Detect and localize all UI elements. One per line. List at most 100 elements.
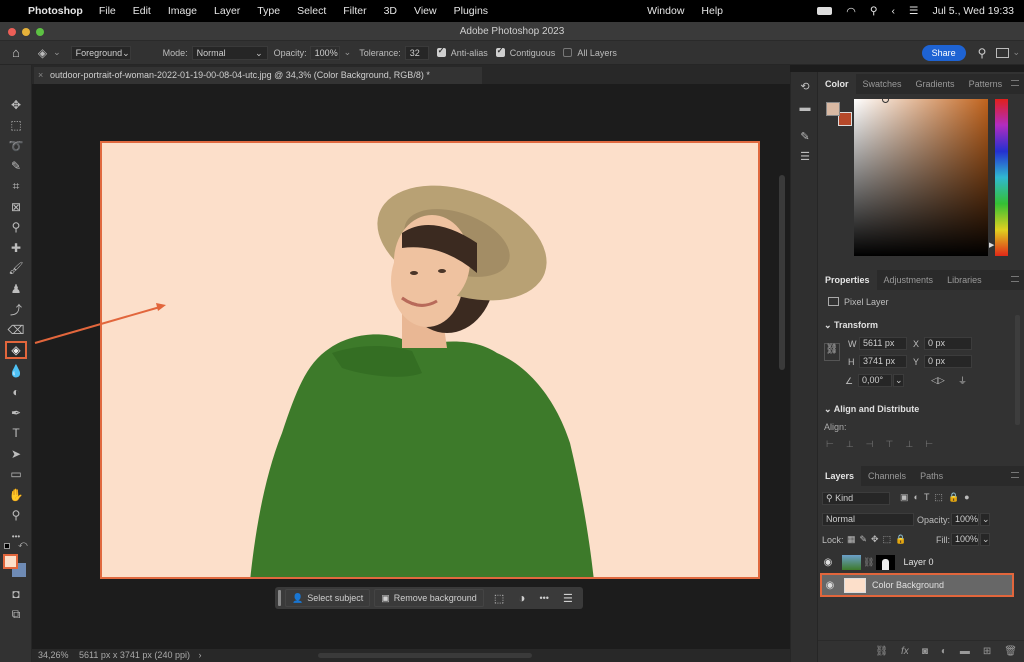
horizontal-scrollbar[interactable]: [318, 653, 532, 658]
eye-icon[interactable]: ◉: [820, 557, 836, 568]
layer-filter-icons[interactable]: ▣◐T⬚🔒●: [900, 492, 975, 503]
workspace-icon[interactable]: [996, 47, 1010, 58]
transform-section-title[interactable]: ⌄ Transform: [824, 320, 878, 331]
anti-alias-checkbox[interactable]: [436, 46, 446, 57]
layer-opacity-chevron-icon[interactable]: ⌄: [980, 513, 990, 526]
search-icon[interactable]: ⚲: [978, 46, 987, 60]
adjustment-layer-icon[interactable]: ◐: [941, 646, 947, 657]
x-input[interactable]: 0 px: [924, 337, 972, 350]
tab-libraries[interactable]: Libraries: [940, 270, 989, 290]
align-section-title[interactable]: ⌄ Align and Distribute: [824, 404, 919, 415]
adjustment-icon[interactable]: ◑: [518, 591, 525, 605]
all-layers-checkbox[interactable]: [563, 48, 573, 57]
menu-plugins[interactable]: Plugins: [454, 5, 488, 17]
menu-window[interactable]: Window: [647, 5, 684, 17]
layer-opacity-input[interactable]: 100%: [951, 513, 979, 526]
tab-channels[interactable]: Channels: [861, 466, 913, 486]
layer-name[interactable]: Layer 0: [903, 557, 933, 567]
battery-icon[interactable]: [817, 7, 833, 15]
properties-scrollbar[interactable]: [1015, 315, 1020, 425]
panel-menu-icon[interactable]: [1011, 472, 1019, 478]
foreground-color-swatch[interactable]: [3, 554, 18, 569]
lock-icons[interactable]: ▦✎✥⬚🔒: [847, 534, 910, 545]
status-chevron-icon[interactable]: ›: [198, 650, 201, 660]
select-subject-button[interactable]: 👤 Select subject: [285, 589, 371, 607]
remove-background-button[interactable]: ▣ Remove background: [374, 589, 484, 607]
layer-name[interactable]: Color Background: [872, 580, 944, 590]
link-dimensions-icon[interactable]: ⛓: [824, 343, 840, 361]
drag-handle[interactable]: [278, 590, 281, 606]
zoom-tool-icon[interactable]: ⚲: [5, 506, 27, 524]
layer-mask-thumbnail[interactable]: [876, 554, 896, 570]
angle-input[interactable]: 0,00°: [858, 374, 892, 387]
tab-properties[interactable]: Properties: [818, 270, 877, 290]
adjustments-sliders-icon[interactable]: ☰: [797, 150, 813, 164]
path-selection-tool-icon[interactable]: ➤: [5, 445, 27, 463]
flip-vertical-icon[interactable]: ⏚: [958, 374, 967, 387]
menu-3d[interactable]: 3D: [384, 5, 397, 17]
type-tool-icon[interactable]: T: [5, 424, 27, 442]
fg-color-swatch[interactable]: [826, 102, 840, 116]
mode-select[interactable]: Normal ⌄: [191, 45, 268, 60]
height-input[interactable]: 3741 px: [859, 355, 907, 368]
new-layer-icon[interactable]: ⊞: [983, 646, 991, 657]
flip-horizontal-icon[interactable]: ◁▷: [931, 375, 945, 386]
tab-adjustments[interactable]: Adjustments: [877, 270, 941, 290]
menu-help[interactable]: Help: [701, 5, 723, 17]
layer-filter-select[interactable]: ⚲ Kind: [822, 492, 890, 505]
color-field[interactable]: [854, 99, 988, 256]
opacity-input[interactable]: 100%: [309, 45, 340, 60]
more-options-icon[interactable]: •••: [539, 593, 548, 603]
link-layers-icon[interactable]: ⛓: [875, 646, 888, 657]
bg-color-swatch[interactable]: [838, 112, 852, 126]
add-mask-icon[interactable]: ◙: [922, 646, 928, 657]
menu-filter[interactable]: Filter: [343, 5, 366, 17]
tab-layers[interactable]: Layers: [818, 466, 862, 486]
panel-menu-icon[interactable]: [1011, 80, 1019, 86]
menu-select[interactable]: Select: [297, 5, 326, 17]
swap-colors-icon[interactable]: ⤺: [18, 539, 28, 550]
workspace-chevron-icon[interactable]: ⌄: [1012, 47, 1020, 58]
control-center-icon[interactable]: ☰: [909, 5, 918, 17]
share-button[interactable]: Share: [921, 44, 966, 61]
tab-color[interactable]: Color: [818, 74, 856, 94]
clock[interactable]: Jul 5., Wed 19:33: [932, 5, 1014, 17]
y-input[interactable]: 0 px: [924, 355, 972, 368]
zoom-level[interactable]: 34,26%: [38, 650, 69, 660]
new-group-icon[interactable]: ▬: [960, 646, 970, 657]
panel-menu-icon[interactable]: [1011, 276, 1019, 282]
fill-chevron-icon[interactable]: ⌄: [980, 533, 990, 546]
delete-layer-icon[interactable]: 🗑: [1004, 646, 1017, 657]
default-colors-icon[interactable]: [4, 543, 10, 549]
screen-mode-icon[interactable]: ⧉: [5, 605, 27, 623]
color-picker-ring[interactable]: [882, 96, 889, 103]
history-icon[interactable]: ⟲: [797, 80, 813, 94]
layer-row-selected[interactable]: ◉ Color Background: [820, 573, 1014, 597]
menu-view[interactable]: View: [414, 5, 437, 17]
fx-icon[interactable]: fx: [901, 646, 909, 657]
align-buttons[interactable]: ⊢⊥⊣⊤⊥⊢: [826, 439, 945, 450]
tab-gradients[interactable]: Gradients: [909, 74, 962, 94]
tolerance-input[interactable]: 32: [404, 45, 429, 60]
eye-icon[interactable]: ◉: [822, 580, 838, 591]
opacity-chevron-icon[interactable]: ⌄: [344, 47, 352, 58]
tab-patterns[interactable]: Patterns: [962, 74, 1010, 94]
angle-chevron-icon[interactable]: ⌄: [893, 374, 904, 387]
blend-mode-select[interactable]: Normal: [822, 513, 914, 526]
comments-icon[interactable]: ▬: [797, 102, 813, 116]
quick-mask-icon[interactable]: ◘: [5, 585, 27, 603]
mask-link-icon[interactable]: ⛓: [863, 557, 874, 568]
contiguous-checkbox[interactable]: [495, 46, 505, 57]
hand-tool-icon[interactable]: ✋: [5, 486, 27, 504]
chevron-left-icon[interactable]: ‹: [892, 5, 896, 17]
tab-paths[interactable]: Paths: [913, 466, 950, 486]
spotlight-search-icon[interactable]: ⚲: [870, 5, 878, 17]
vertical-scrollbar[interactable]: [779, 175, 785, 370]
menu-layer[interactable]: Layer: [214, 5, 240, 17]
rectangle-tool-icon[interactable]: ▭: [5, 465, 27, 483]
hue-slider-marker-icon[interactable]: ▶: [989, 241, 994, 249]
menu-type[interactable]: Type: [257, 5, 280, 17]
hue-slider[interactable]: [995, 99, 1008, 256]
settings-sliders-icon[interactable]: ☰: [563, 592, 573, 605]
wifi-icon[interactable]: ◠: [846, 5, 856, 18]
